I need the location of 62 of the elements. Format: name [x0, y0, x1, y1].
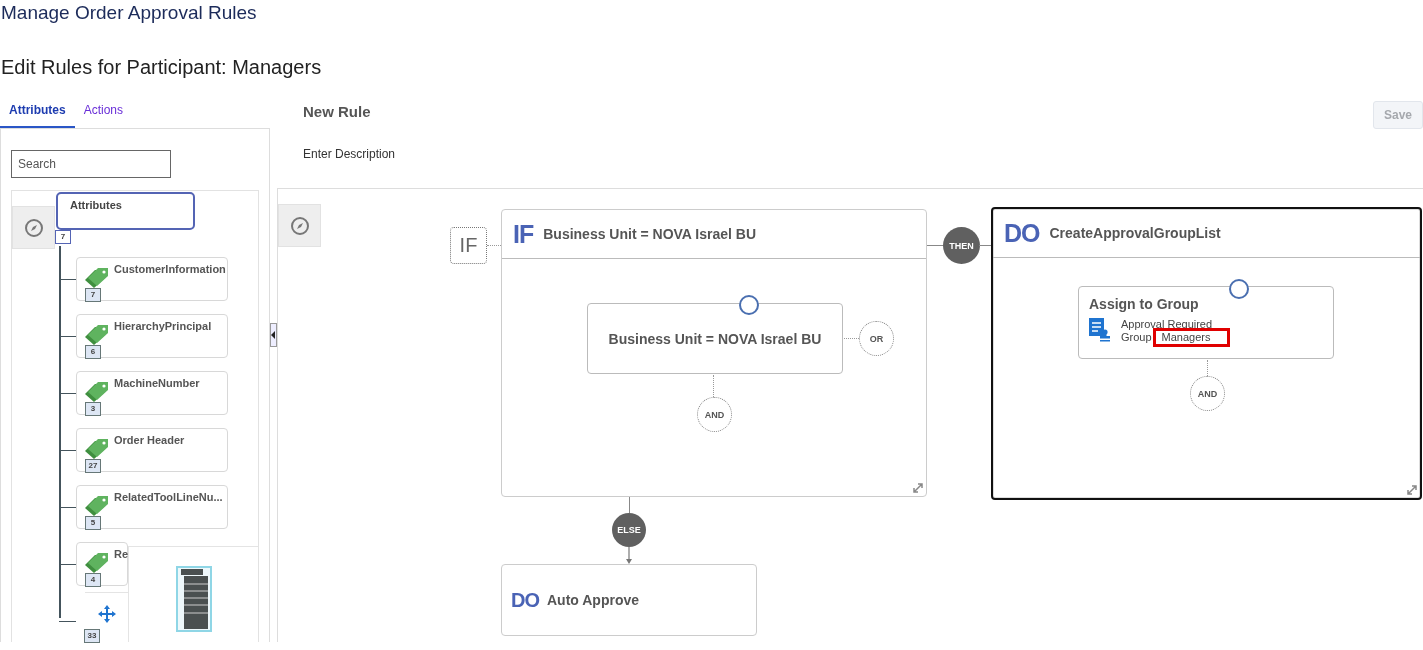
resize-icon[interactable] — [913, 483, 923, 493]
handle-circle[interactable] — [739, 295, 759, 315]
count-badge: 33 — [84, 629, 100, 643]
attribute-label: RelatedToolLineNu... — [114, 491, 223, 503]
tab[interactable]: Actions — [74, 103, 133, 128]
group-value: Managers — [1152, 328, 1230, 347]
handle-circle[interactable] — [1229, 279, 1249, 299]
move-icon — [97, 605, 116, 623]
count-badge: 5 — [85, 516, 101, 530]
count-badge: 7 — [55, 230, 71, 244]
rule-title: New Rule — [303, 102, 372, 120]
count-badge: 4 — [85, 573, 101, 587]
document-stamp-icon — [1089, 318, 1111, 342]
minimap-drawing[interactable] — [175, 566, 212, 632]
if-label: IF — [513, 219, 534, 249]
and-button[interactable]: AND — [1190, 376, 1225, 411]
search-field[interactable]: Search — [11, 150, 171, 178]
page-subtitle: Edit Rules for Participant: Managers — [0, 55, 323, 80]
then-connector: THEN — [943, 227, 980, 264]
description-field[interactable]: Enter Description — [303, 147, 396, 161]
count-badge: 3 — [85, 402, 101, 416]
count-badge: 27 — [85, 459, 101, 473]
condition-card[interactable]: Business Unit = NOVA Israel BU — [587, 303, 843, 374]
attribute-node[interactable]: Order Header 27 — [76, 428, 228, 472]
if-title: Business Unit = NOVA Israel BU — [543, 226, 756, 242]
attribute-node[interactable]: MachineNumber 3 — [76, 371, 228, 415]
resize-icon[interactable] — [1407, 485, 1417, 495]
action-detail: Approval Required — [1121, 318, 1214, 331]
compass-icon — [289, 215, 310, 236]
count-badge: 7 — [85, 288, 101, 302]
do-title: CreateApprovalGroupList — [1049, 225, 1221, 241]
else-title: Auto Approve — [547, 592, 640, 608]
condition-text: Business Unit = NOVA Israel BU — [608, 330, 822, 347]
else-card[interactable]: DO Auto Approve — [501, 564, 757, 636]
if-card[interactable]: IF Business Unit = NOVA Israel BU Business Unit = NOVA Israel BU OR AND — [501, 209, 927, 497]
tree-root-node[interactable]: Attributes — [56, 192, 195, 230]
or-button[interactable]: OR — [859, 321, 894, 356]
action-title: Assign to Group — [1089, 296, 1200, 312]
attribute-node[interactable]: RelatedToolLineNu... 5 — [76, 485, 228, 529]
arrow-connector — [625, 547, 633, 564]
compass-button[interactable] — [12, 206, 55, 249]
action-card[interactable]: Assign to Group Approval Required Group Managers — [1078, 286, 1334, 359]
attribute-node[interactable]: CustomerInformation 7 — [76, 257, 228, 301]
action-detail: Group — [1121, 331, 1152, 345]
else-connector: ELSE — [612, 513, 646, 547]
attribute-label: HierarchyPrincipal — [114, 320, 212, 332]
do-label: DO — [511, 588, 539, 612]
collapse-handle[interactable] — [270, 323, 277, 347]
do-card[interactable]: DO CreateApprovalGroupList Assign to Group Approval Required Group Managers AND — [991, 207, 1422, 500]
attribute-label: Order Header — [114, 434, 185, 446]
and-button[interactable]: AND — [697, 397, 732, 432]
attribute-node[interactable]: HierarchyPrincipal 6 — [76, 314, 228, 358]
count-badge: 6 — [85, 345, 101, 359]
attribute-label: MachineNumber — [114, 377, 200, 389]
attribute-node[interactable]: Re 4 — [76, 542, 128, 586]
page-title: Manage Order Approval Rules — [0, 1, 258, 25]
do-label: DO — [1004, 218, 1040, 248]
compass-icon — [23, 217, 44, 238]
attribute-label: CustomerInformation — [114, 263, 226, 275]
tab[interactable]: Attributes — [0, 103, 75, 128]
attribute-label: Re — [114, 548, 129, 560]
compass-button[interactable] — [278, 204, 321, 247]
